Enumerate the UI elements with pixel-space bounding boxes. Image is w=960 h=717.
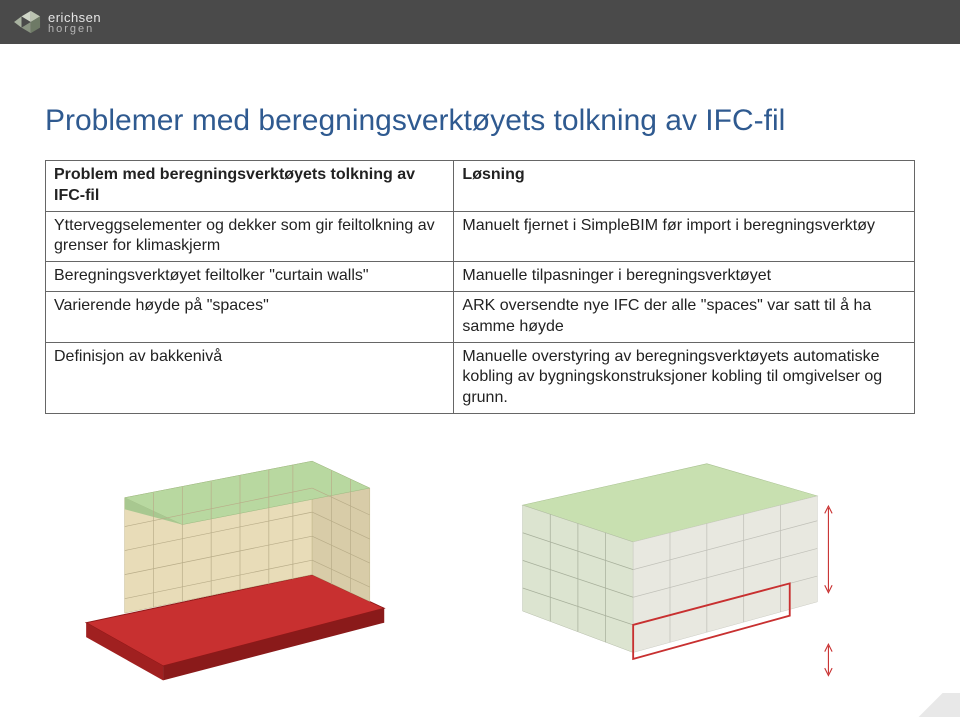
corner-decoration [820,693,960,717]
problem-cell: Varierende høyde på "spaces" [46,291,454,342]
table-header-solution: Løsning [454,161,915,212]
logo-icon [14,9,42,35]
problem-solution-table: Problem med beregningsverktøyets tolknin… [45,160,915,414]
table-header-problem: Problem med beregningsverktøyets tolknin… [46,161,454,212]
logo: erichsen horgen [14,9,101,35]
solution-cell: Manuelle tilpasninger i beregningsverktø… [454,262,915,292]
solution-cell: Manuelt fjernet i SimpleBIM før import i… [454,211,915,262]
building-illustrations [45,440,915,690]
problem-cell: Definisjon av bakkenivå [46,342,454,413]
page-title: Problemer med beregningsverktøyets tolkn… [45,104,915,138]
table-row: Varierende høyde på "spaces" ARK oversen… [46,291,915,342]
header-bar: erichsen horgen [0,0,960,44]
problem-cell: Ytterveggselementer og dekker som gir fe… [46,211,454,262]
table-row: Definisjon av bakkenivå Manuelle oversty… [46,342,915,413]
solution-cell: ARK oversendte nye IFC der alle "spaces"… [454,291,915,342]
brand-sub: horgen [48,23,101,35]
table-row: Beregningsverktøyet feiltolker "curtain … [46,262,915,292]
logo-text: erichsen horgen [48,10,101,35]
table-row: Ytterveggselementer og dekker som gir fe… [46,211,915,262]
building-illustration-left [65,440,415,690]
problem-cell: Beregningsverktøyet feiltolker "curtain … [46,262,454,292]
solution-cell: Manuelle overstyring av beregningsverktø… [454,342,915,413]
slide-content: Problemer med beregningsverktøyets tolkn… [0,44,960,710]
table-header-row: Problem med beregningsverktøyets tolknin… [46,161,915,212]
building-illustration-right [495,440,845,690]
